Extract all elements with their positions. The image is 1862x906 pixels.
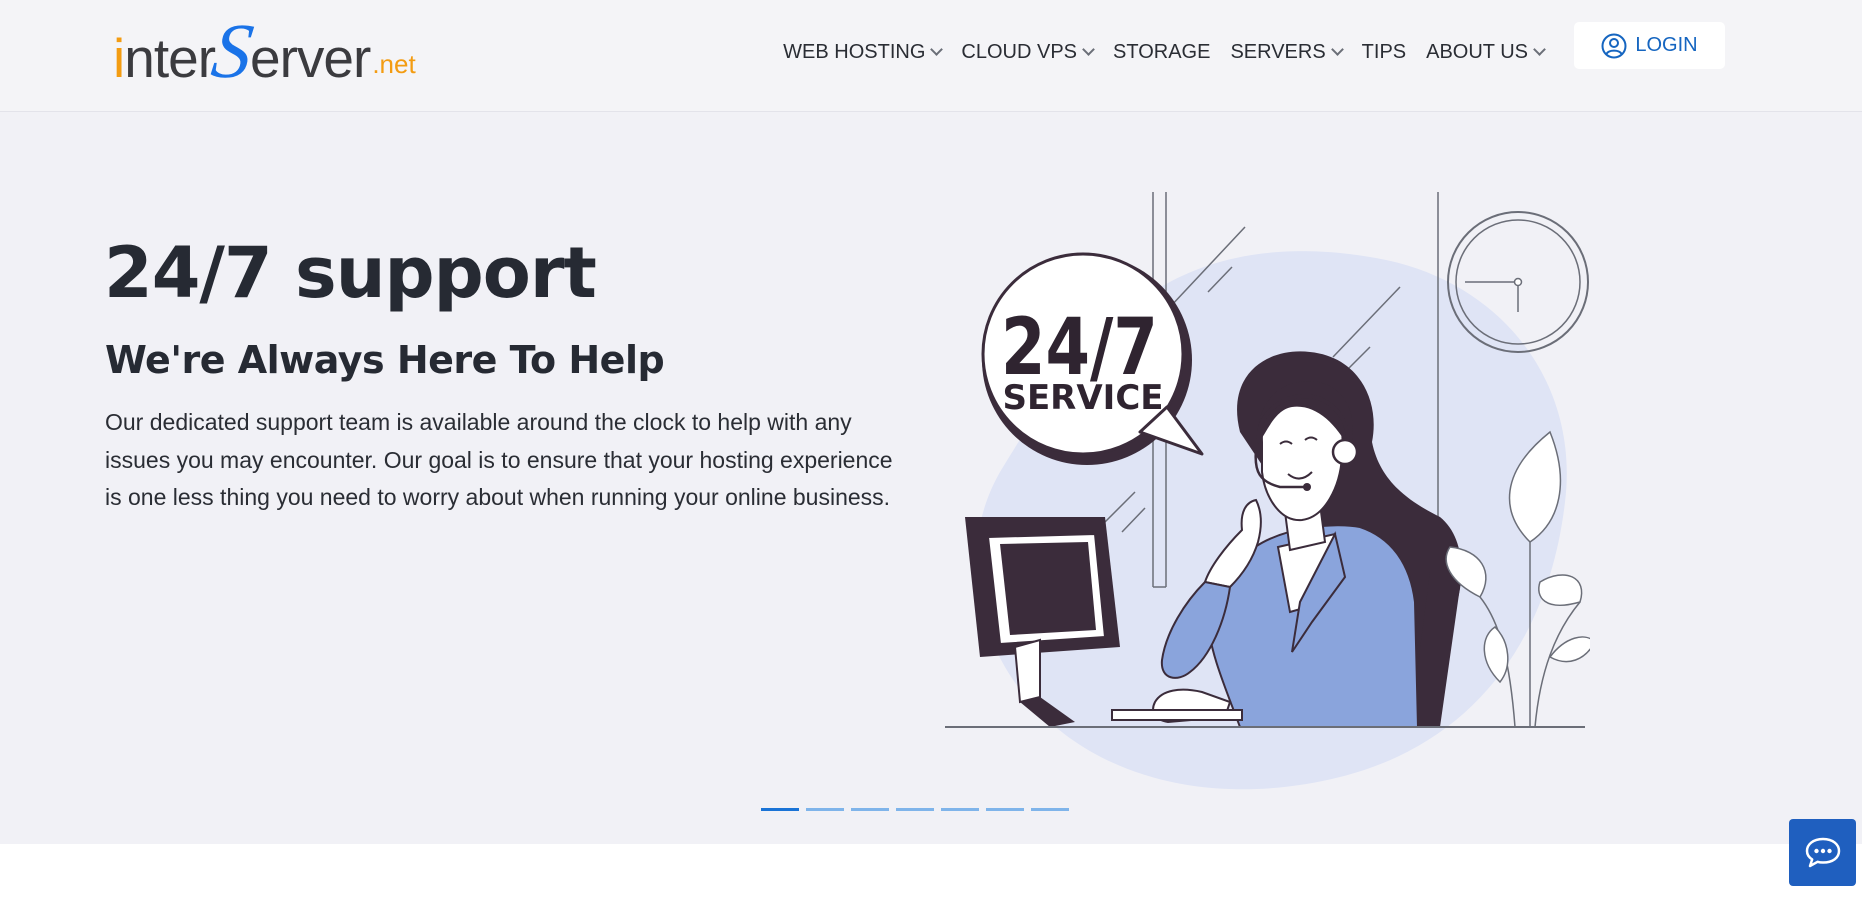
nav-servers-label: SERVERS [1230, 40, 1326, 63]
chevron-down-icon [1533, 43, 1546, 56]
site-header: i nter S erver .net WEB HOSTING CLOUD VP… [0, 0, 1862, 112]
main-nav: WEB HOSTING CLOUD VPS STORAGE SERVERS TI… [783, 38, 1546, 66]
carousel-dot-2[interactable] [806, 808, 844, 811]
nav-web-hosting-label: WEB HOSTING [783, 40, 926, 63]
nav-tips[interactable]: TIPS [1362, 38, 1406, 66]
nav-storage[interactable]: STORAGE [1113, 38, 1210, 66]
login-label: LOGIN [1635, 34, 1698, 56]
chevron-down-icon [1082, 43, 1095, 56]
user-circle-icon [1601, 33, 1627, 58]
logo-text-nter: nter [124, 27, 216, 89]
carousel-dot-7[interactable] [1031, 808, 1069, 811]
carousel-dot-5[interactable] [941, 808, 979, 811]
chat-bubble-icon [1805, 837, 1840, 867]
carousel-dot-3[interactable] [851, 808, 889, 811]
login-button[interactable]: LOGIN [1574, 22, 1725, 69]
hero-title: 24/7 support [104, 232, 597, 314]
carousel-dot-1[interactable] [761, 808, 799, 811]
logo-text-net: .net [372, 49, 416, 79]
carousel-dot-6[interactable] [986, 808, 1024, 811]
nav-cloud-vps-label: CLOUD VPS [961, 40, 1077, 63]
nav-cloud-vps[interactable]: CLOUD VPS [961, 38, 1095, 66]
carousel-indicators [761, 808, 1069, 811]
chevron-down-icon [1330, 43, 1344, 56]
live-chat-button[interactable] [1789, 819, 1856, 886]
hero-subtitle: We're Always Here To Help [105, 338, 665, 382]
support-agent-illustration: 24/7 SERVICE [945, 192, 1590, 790]
logo-letter-i: i [113, 27, 125, 89]
logo-text-erver: erver [250, 27, 371, 89]
chevron-down-icon [930, 43, 944, 56]
nav-servers[interactable]: SERVERS [1230, 38, 1344, 66]
carousel-dot-4[interactable] [896, 808, 934, 811]
nav-tips-label: TIPS [1361, 40, 1407, 63]
interserver-logo[interactable]: i nter S erver .net [113, 7, 416, 94]
nav-storage-label: STORAGE [1113, 40, 1211, 63]
hero-section: 24/7 support We're Always Here To Help O… [0, 112, 1862, 844]
nav-about-us-label: ABOUT US [1426, 40, 1528, 63]
nav-about-us[interactable]: ABOUT US [1426, 38, 1546, 66]
badge-service-text: SERVICE [1002, 378, 1163, 418]
hero-description: Our dedicated support team is available … [105, 409, 893, 510]
nav-web-hosting[interactable]: WEB HOSTING [783, 38, 944, 66]
